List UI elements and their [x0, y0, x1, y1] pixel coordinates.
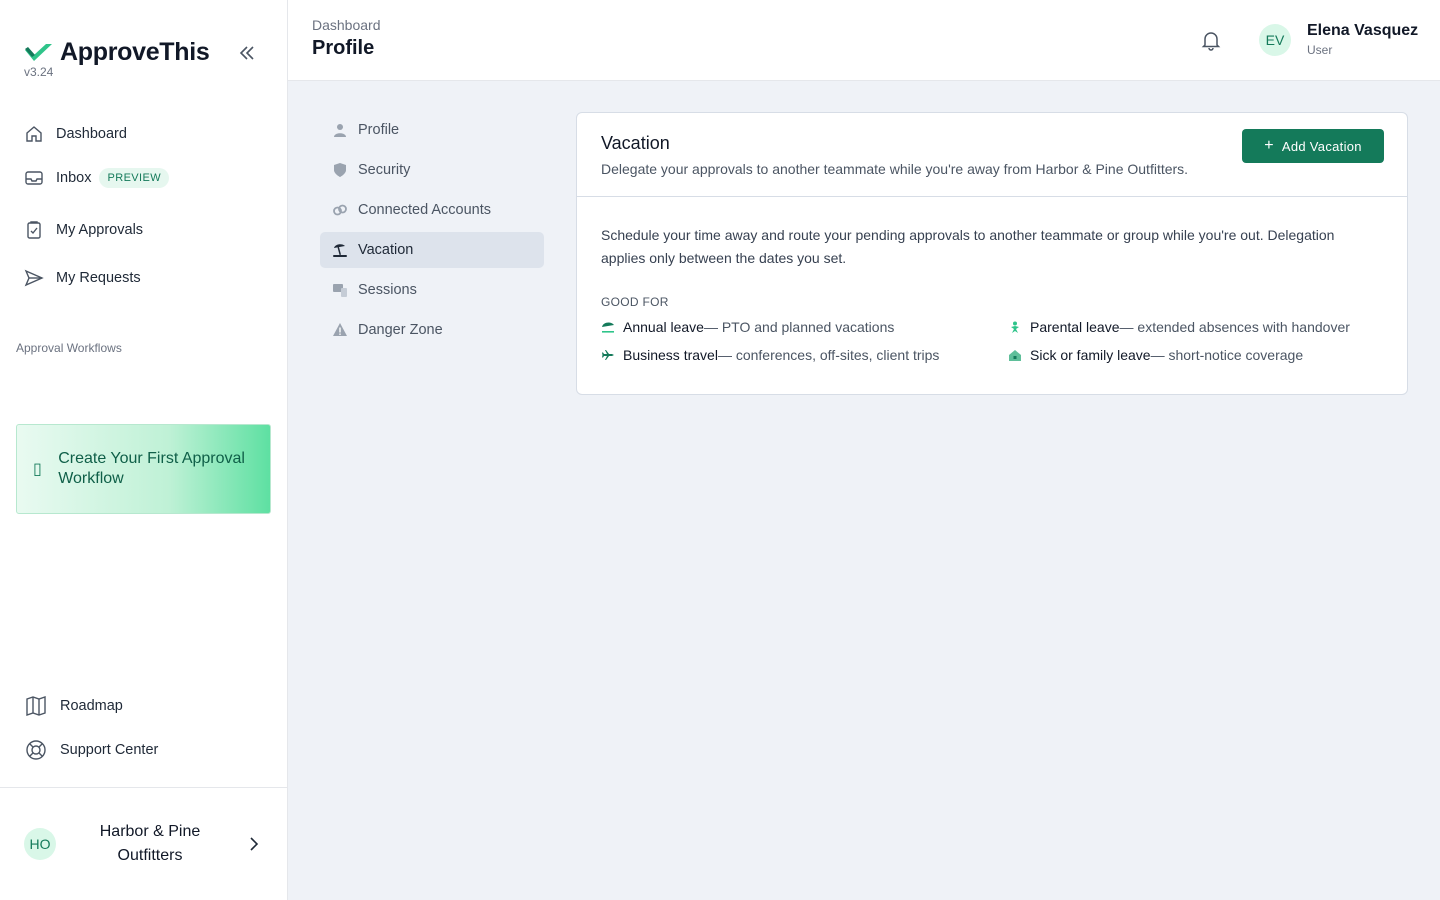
- home-icon: [24, 124, 44, 144]
- umbrella-icon: [601, 320, 615, 334]
- settings-nav-connected-accounts[interactable]: Connected Accounts: [320, 192, 544, 228]
- good-for-title: Business travel: [623, 347, 718, 363]
- good-for-title: Annual leave: [623, 319, 704, 335]
- breadcrumb[interactable]: Dashboard: [312, 17, 381, 33]
- cta-label: Create Your First Approval Workflow: [58, 450, 245, 487]
- good-for-item: Parental leave — extended absences with …: [1008, 319, 1350, 335]
- settings-nav-label: Sessions: [358, 282, 417, 298]
- inbox-icon: [24, 168, 44, 188]
- brand-logo[interactable]: ApproveThis: [24, 38, 210, 67]
- sidebar-item-roadmap[interactable]: Roadmap: [24, 694, 123, 718]
- settings-nav-label: Vacation: [358, 242, 414, 258]
- good-for-detail: — PTO and planned vacations: [703, 319, 895, 335]
- devices-icon: [332, 282, 348, 298]
- org-name: Harbor & Pine Outfitters: [99, 823, 201, 864]
- settings-nav-label: Profile: [358, 122, 400, 138]
- collapse-sidebar-icon[interactable]: [236, 42, 258, 64]
- plane-icon: [601, 348, 615, 362]
- good-for-detail: — short-notice coverage: [1150, 347, 1304, 363]
- vacation-title: Vacation: [601, 133, 670, 153]
- sidebar-item-dashboard[interactable]: Dashboard: [24, 124, 127, 144]
- vacation-card: Vacation Delegate your approvals to anot…: [576, 112, 1408, 395]
- sidebar-item-label: My Requests: [56, 270, 141, 286]
- plus-icon: +: [1264, 137, 1274, 154]
- beach-icon: [332, 242, 348, 258]
- settings-nav-label: Connected Accounts: [358, 202, 492, 218]
- sidebar-item-label: Roadmap: [60, 698, 123, 714]
- avatar[interactable]: EV: [1259, 24, 1291, 56]
- page-title: Profile: [312, 37, 375, 59]
- create-first-workflow-button[interactable]: ▯ Create Your First Approval Workflow: [16, 424, 271, 514]
- map-icon: [24, 694, 48, 718]
- link-icon: [332, 202, 348, 218]
- sidebar-item-support-center[interactable]: Support Center: [24, 738, 158, 762]
- lifebuoy-icon: [24, 738, 48, 762]
- user-role: User: [1307, 43, 1333, 57]
- good-for-label: GOOD FOR: [601, 295, 669, 309]
- settings-nav-vacation[interactable]: Vacation: [320, 232, 544, 268]
- settings-nav-label: Danger Zone: [358, 322, 443, 338]
- bell-icon[interactable]: [1200, 29, 1222, 51]
- plus-box-icon: ▯: [33, 461, 42, 478]
- add-vacation-button[interactable]: + Add Vacation: [1242, 129, 1384, 163]
- vacation-description: Schedule your time away and route your p…: [601, 227, 1335, 266]
- user-icon: [332, 122, 348, 138]
- settings-nav-profile[interactable]: Profile: [320, 112, 544, 148]
- settings-nav-security[interactable]: Security: [320, 152, 544, 188]
- app-version: v3.24: [24, 65, 54, 79]
- good-for-title: Parental leave: [1030, 319, 1120, 335]
- good-for-detail: — extended absences with handover: [1119, 319, 1350, 335]
- vacation-card-header: Vacation Delegate your approvals to anot…: [577, 113, 1407, 197]
- vacation-subtitle: Delegate your approvals to another teamm…: [601, 161, 1189, 177]
- approvethis-logo-icon: [25, 43, 52, 61]
- good-for-item: Annual leave — PTO and planned vacations: [601, 319, 894, 335]
- chevron-right-icon: [246, 836, 262, 852]
- sidebar-item-inbox[interactable]: Inbox PREVIEW: [24, 168, 170, 188]
- org-avatar: HO: [24, 828, 56, 860]
- sidebar-item-label: Support Center: [60, 742, 159, 758]
- add-vacation-label: Add Vacation: [1281, 138, 1362, 154]
- baby-icon: [1008, 320, 1022, 334]
- preview-badge: PREVIEW: [99, 168, 170, 188]
- sidebar-item-label: Inbox: [56, 170, 92, 186]
- sidebar-item-label: My Approvals: [56, 222, 144, 238]
- send-icon: [24, 268, 44, 288]
- sidebar-item-my-requests[interactable]: My Requests: [24, 268, 141, 288]
- top-header: Dashboard Profile EV Elena Vasquez User: [288, 0, 1440, 81]
- good-for-item: Business travel — conferences, off-sites…: [601, 347, 939, 363]
- sidebar: ApproveThis v3.24 Dashboard Inbox PREVIE…: [0, 0, 288, 900]
- clipboard-check-icon: [24, 220, 44, 240]
- organization-switcher[interactable]: HO Harbor & Pine Outfitters: [0, 787, 287, 900]
- good-for-item: Sick or family leave — short-notice cove…: [1008, 347, 1303, 363]
- shield-icon: [332, 162, 348, 178]
- settings-nav-danger-zone[interactable]: Danger Zone: [320, 312, 544, 348]
- good-for-title: Sick or family leave: [1030, 347, 1151, 363]
- warning-icon: [332, 322, 348, 338]
- settings-nav-label: Security: [358, 162, 411, 178]
- settings-nav-sessions[interactable]: Sessions: [320, 272, 544, 308]
- good-for-detail: — conferences, off-sites, client trips: [717, 347, 940, 363]
- approval-workflows-label: Approval Workflows: [16, 341, 122, 355]
- sidebar-item-label: Dashboard: [56, 126, 127, 142]
- sidebar-item-my-approvals[interactable]: My Approvals: [24, 220, 143, 240]
- house-icon: [1008, 348, 1022, 362]
- brand-name: ApproveThis: [60, 38, 210, 66]
- user-name: Elena Vasquez: [1307, 22, 1419, 39]
